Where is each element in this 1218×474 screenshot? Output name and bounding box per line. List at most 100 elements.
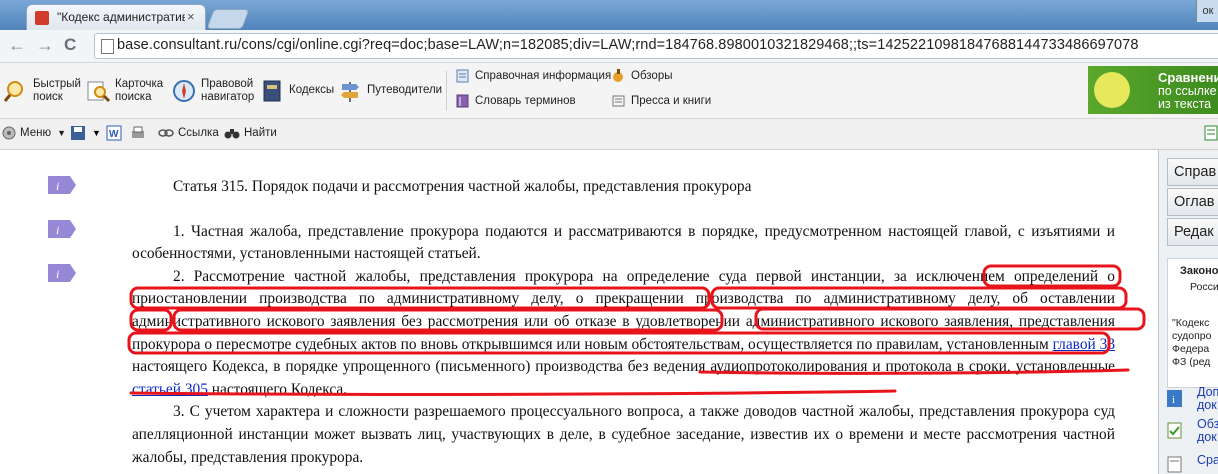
banner-line-2: по ссылке (1158, 84, 1217, 98)
info-line: Федера (1172, 343, 1210, 355)
save-dropdown-icon[interactable]: ▼ (92, 128, 101, 138)
legal-navigator-label-1: Правовой (201, 77, 254, 90)
paragraph-2-text-a: 2. Рассмотрение частной жалобы, представ… (132, 267, 1115, 353)
link-label: Ссылка (178, 127, 219, 139)
codes-label: Кодексы (289, 84, 335, 96)
quick-search-button[interactable]: Быстрый поиск (4, 63, 81, 118)
export-excel-icon[interactable] (1204, 125, 1218, 141)
tab-editions[interactable]: Редак (1167, 218, 1218, 246)
new-tab-button[interactable] (206, 9, 250, 29)
svg-text:i: i (1172, 394, 1175, 406)
info-icon[interactable]: i (48, 264, 76, 282)
info-icon[interactable]: i (48, 220, 76, 238)
guides-icon (341, 81, 359, 102)
word-export-icon[interactable]: W (106, 125, 122, 141)
info-title: Законо (1180, 265, 1218, 277)
info-subtitle: Росси (1190, 281, 1218, 293)
codes-button[interactable]: Кодексы (260, 63, 334, 118)
side-link-line: Сра (1197, 453, 1218, 467)
paragraph-3: 3. С учетом характера и сложности разреш… (132, 403, 1115, 466)
favicon-icon (35, 11, 49, 25)
link-icon (158, 129, 174, 137)
banner-line-1: Сравнени (1158, 70, 1218, 85)
back-arrow-icon[interactable]: ← (8, 35, 26, 56)
url-text: base.consultant.ru/cons/cgi/online.cgi?r… (117, 37, 1139, 53)
document-text: Статья 315. Порядок подачи и рассмотрени… (132, 176, 1115, 469)
svg-text:W: W (109, 129, 119, 140)
tab-title: "Кодекс административнс (57, 10, 185, 24)
info-doc-icon: i (1167, 390, 1182, 407)
find-label: Найти (244, 127, 277, 139)
quick-search-label-1: Быстрый (33, 77, 81, 90)
chapter-33-link[interactable]: главой 33 (1053, 336, 1115, 353)
menu-button[interactable]: Меню ▼ (2, 126, 66, 140)
svg-text:i: i (56, 179, 59, 193)
paragraph-2-text-c: настоящего Кодекса. (207, 380, 348, 398)
document-viewer: i i i Статья 315. Порядок подачи и рассм… (0, 150, 1158, 474)
terms-dictionary-icon (456, 94, 469, 108)
legal-navigator-label-2: навигатор (201, 90, 255, 103)
terms-dictionary-label: Словарь терминов (475, 95, 576, 107)
svg-text:i: i (56, 223, 59, 237)
compare-icon (1094, 72, 1130, 108)
legal-navigator-button[interactable]: Правовой навигатор (172, 63, 254, 118)
article-305-link[interactable]: статьей 305 (132, 381, 208, 398)
compare-banner[interactable]: Сравнени по ссылке из текста (1088, 66, 1218, 114)
side-link-line: док (1197, 398, 1217, 412)
search-card-label-2: поиска (115, 90, 152, 103)
review-doc-icon (1167, 422, 1182, 439)
press-books-link[interactable]: Пресса и книги (612, 94, 711, 108)
banner-line-3: из текста (1158, 97, 1212, 111)
guides-label: Путеводители (367, 84, 443, 96)
menu-dropdown-icon: ▼ (57, 128, 67, 138)
info-line: "Кодекс (1172, 317, 1210, 329)
article-title: Статья 315. Порядок подачи и рассмотрени… (173, 178, 752, 195)
side-link-compare[interactable]: Сра (1197, 454, 1218, 467)
toolbar-divider (446, 71, 447, 111)
press-books-icon (612, 95, 625, 107)
link-button[interactable]: Ссылка (158, 126, 219, 140)
forward-arrow-icon[interactable]: → (36, 35, 54, 56)
svg-text:i: i (56, 267, 59, 281)
info-icon[interactable]: i (48, 176, 76, 194)
compare-doc-icon (1167, 456, 1182, 473)
address-bar[interactable]: base.consultant.ru/cons/cgi/online.cgi?r… (94, 33, 1218, 59)
browser-tab[interactable]: "Кодекс административнс × (26, 4, 206, 31)
print-icon[interactable] (130, 125, 146, 141)
tab-contents[interactable]: Оглав (1167, 188, 1218, 216)
paragraph-2: 2. Рассмотрение частной жалобы, представ… (132, 266, 1115, 402)
reload-icon[interactable]: C (64, 35, 76, 55)
codes-icon (263, 80, 281, 101)
quick-search-icon (4, 80, 23, 102)
reviews-icon (613, 69, 623, 82)
side-link-additional[interactable]: Доп док (1197, 386, 1218, 412)
page-icon (101, 39, 114, 54)
guides-button[interactable]: Путеводители (338, 63, 442, 118)
tab-reference[interactable]: Справ (1167, 158, 1218, 186)
search-card-label-1: Карточка (115, 77, 164, 90)
document-info-box: Законо Росси "Кодекс судопро Федера ФЗ (… (1167, 258, 1218, 388)
find-button[interactable]: Найти (224, 126, 277, 140)
legal-navigator-icon (173, 79, 195, 102)
press-books-label: Пресса и книги (631, 95, 712, 107)
reviews-link[interactable]: Обзоры (612, 69, 672, 83)
paragraph-2-text-b: настоящего Кодекса, в порядке упрощенног… (132, 358, 1115, 376)
reference-info-link[interactable]: Справочная информация (456, 69, 611, 83)
browser-tab-strip: "Кодекс административнс × ок (0, 0, 1218, 31)
side-link-reviews[interactable]: Обз док (1197, 418, 1218, 444)
right-side-panel: Справ Оглав Редак Законо Росси "Кодекс с… (1158, 150, 1218, 474)
info-line: судопро (1172, 330, 1212, 342)
document-toolbar: Меню ▼ ▼ W Ссылка Найти (0, 119, 1218, 150)
search-card-button[interactable]: Карточка поиска (86, 63, 163, 118)
reference-info-label: Справочная информация (475, 70, 612, 82)
save-icon[interactable] (70, 125, 86, 141)
window-control[interactable]: ок (1196, 0, 1218, 22)
quick-search-label-2: поиск (33, 90, 63, 103)
menu-label: Меню (20, 127, 52, 139)
reviews-label: Обзоры (631, 70, 673, 82)
consultant-main-toolbar: Быстрый поиск Карточка поиска Правовой нави… (0, 63, 1218, 119)
terms-dictionary-link[interactable]: Словарь терминов (456, 94, 576, 108)
reference-info-icon (456, 69, 469, 83)
tab-close-icon[interactable]: × (187, 9, 195, 24)
info-line: ФЗ (ред (1172, 356, 1211, 368)
